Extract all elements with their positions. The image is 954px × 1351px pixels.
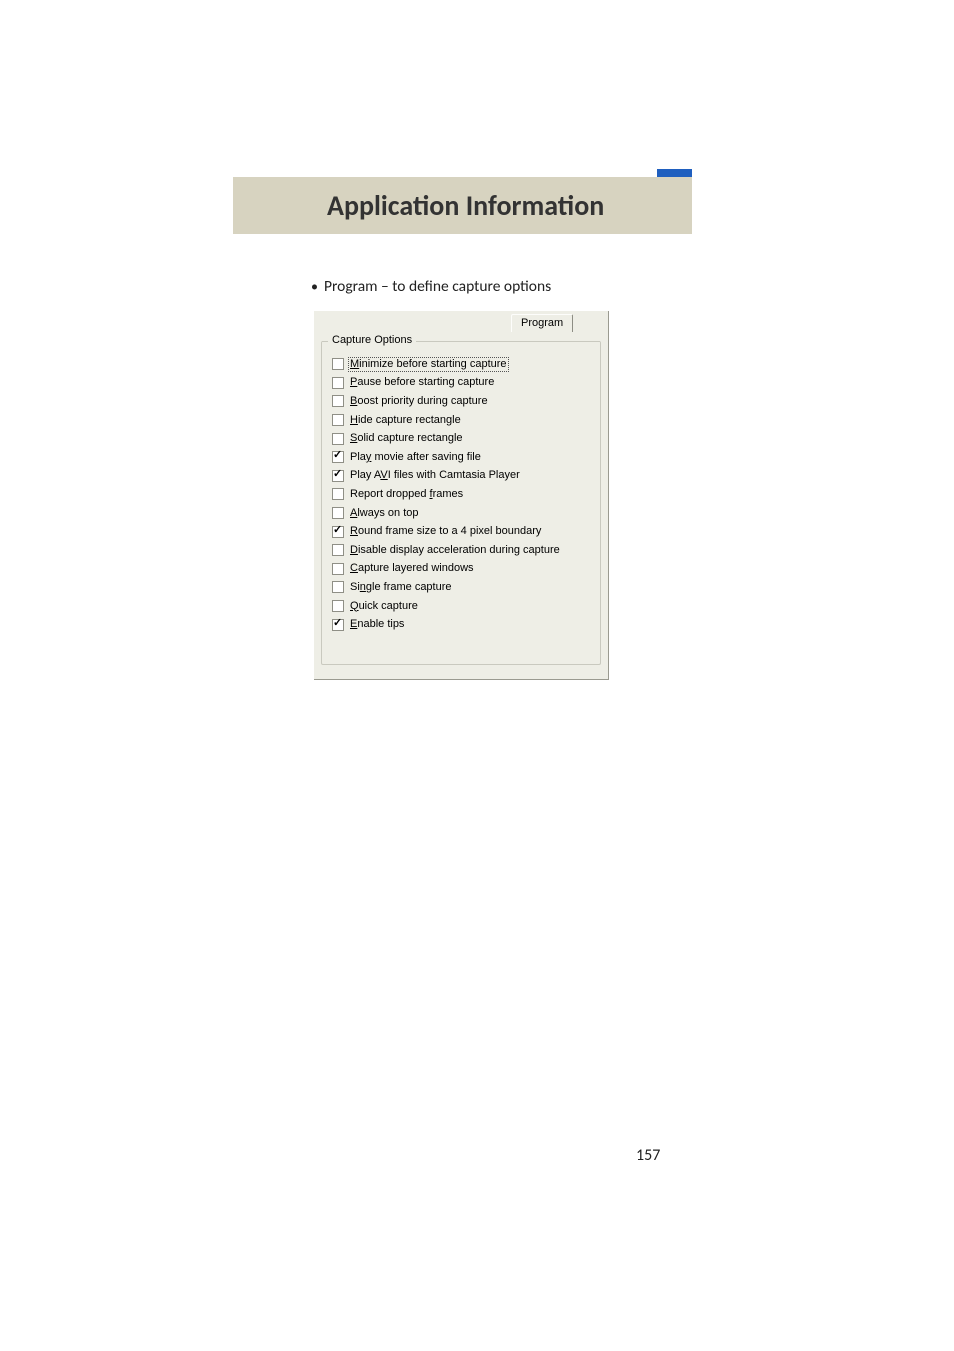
option-label[interactable]: Capture layered windows (350, 562, 474, 575)
option-label[interactable]: Hide capture rectangle (350, 414, 461, 427)
checkbox[interactable] (332, 414, 344, 426)
option-row[interactable]: Boost priority during capture (332, 392, 592, 411)
capture-options-group: Capture Options Minimize before starting… (321, 341, 601, 665)
bullet-text: Program – to define capture options (324, 277, 551, 296)
option-row[interactable]: Play AVI files with Camtasia Player (332, 467, 592, 486)
option-row[interactable]: Quick capture (332, 597, 592, 616)
option-row[interactable]: Disable display acceleration during capt… (332, 541, 592, 560)
checkbox[interactable] (332, 544, 344, 556)
option-label[interactable]: Always on top (350, 507, 419, 520)
option-row[interactable]: Round frame size to a 4 pixel boundary (332, 522, 592, 541)
option-row[interactable]: Always on top (332, 504, 592, 523)
bullet-dot-icon: • (311, 280, 318, 294)
checkbox[interactable] (332, 395, 344, 407)
page-number: 157 (636, 1146, 660, 1165)
option-row[interactable]: Play movie after saving file (332, 448, 592, 467)
options-dialog-screenshot: Program Capture Options Minimize before … (314, 311, 609, 680)
option-row[interactable]: Single frame capture (332, 578, 592, 597)
option-label[interactable]: Play movie after saving file (350, 451, 481, 464)
document-page: Application Information • Program – to d… (0, 0, 954, 1351)
option-row[interactable]: Hide capture rectangle (332, 411, 592, 430)
option-label[interactable]: Report dropped frames (350, 488, 463, 501)
option-label[interactable]: Enable tips (350, 618, 404, 631)
option-row[interactable]: Solid capture rectangle (332, 429, 592, 448)
group-legend: Capture Options (330, 334, 414, 346)
checkbox[interactable] (332, 358, 344, 370)
tab-program[interactable]: Program (511, 314, 573, 332)
option-label[interactable]: Boost priority during capture (350, 395, 488, 408)
option-row[interactable]: Minimize before starting capture (332, 355, 592, 374)
tab-row: Program (314, 314, 608, 336)
option-row[interactable]: Pause before starting capture (332, 374, 592, 393)
option-label[interactable]: Round frame size to a 4 pixel boundary (350, 525, 541, 538)
checkbox[interactable] (332, 433, 344, 445)
option-row[interactable]: Enable tips (332, 615, 592, 634)
option-label[interactable]: Pause before starting capture (350, 376, 494, 389)
option-label[interactable]: Minimize before starting capture (348, 357, 509, 372)
checkbox[interactable] (332, 600, 344, 612)
tab-label: Program (521, 317, 563, 329)
option-label[interactable]: Solid capture rectangle (350, 432, 463, 445)
option-label[interactable]: Quick capture (350, 600, 418, 613)
section-title: Application Information (233, 188, 604, 223)
checkbox[interactable] (332, 451, 344, 463)
options-list: Minimize before starting capture Pause be… (332, 355, 592, 634)
checkbox[interactable] (332, 581, 344, 593)
checkbox[interactable] (332, 507, 344, 519)
option-label[interactable]: Play AVI files with Camtasia Player (350, 469, 520, 482)
checkbox[interactable] (332, 470, 344, 482)
checkbox[interactable] (332, 377, 344, 389)
bullet-item: • Program – to define capture options (311, 277, 551, 296)
checkbox[interactable] (332, 526, 344, 538)
checkbox[interactable] (332, 563, 344, 575)
checkbox[interactable] (332, 619, 344, 631)
option-row[interactable]: Capture layered windows (332, 560, 592, 579)
section-header: Application Information (233, 177, 692, 234)
option-label[interactable]: Disable display acceleration during capt… (350, 544, 560, 557)
option-label[interactable]: Single frame capture (350, 581, 452, 594)
checkbox[interactable] (332, 488, 344, 500)
option-row[interactable]: Report dropped frames (332, 485, 592, 504)
